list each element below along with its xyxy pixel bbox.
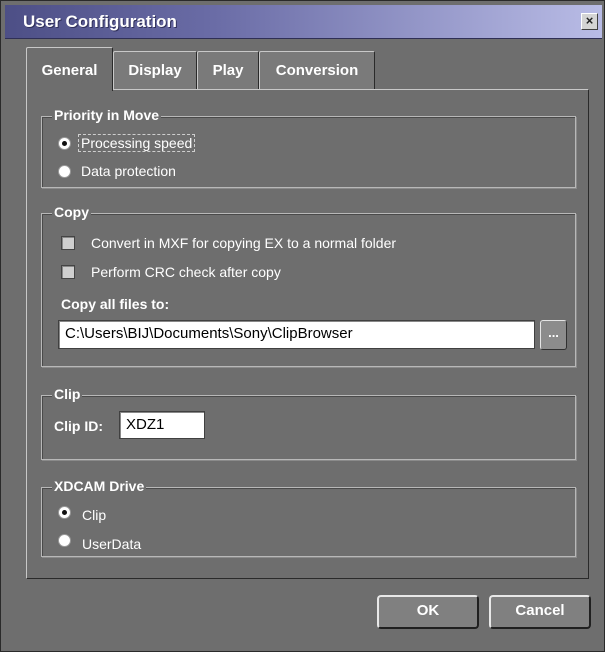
xdcam-userdata-label[interactable]: UserData [82, 536, 141, 552]
processing-speed-label[interactable]: Processing speed [78, 134, 196, 152]
copy-legend: Copy [52, 204, 91, 220]
xdcam-userdata-radio[interactable] [58, 534, 71, 547]
clip-id-input[interactable]: XDZ1 [119, 411, 205, 439]
xdcam-clip-radio[interactable] [58, 506, 71, 519]
crc-check-checkbox[interactable] [61, 265, 75, 279]
user-configuration-dialog: User Configuration × General Display Pla… [0, 0, 605, 652]
convert-mxf-checkbox[interactable] [61, 236, 75, 250]
clip-id-label: Clip ID: [54, 418, 103, 434]
window-title: User Configuration [23, 12, 177, 31]
priority-in-move-group: Priority in Move Processing speed Data p… [41, 107, 576, 188]
processing-speed-radio[interactable] [58, 137, 71, 150]
convert-mxf-label[interactable]: Convert in MXF for copying EX to a norma… [91, 235, 396, 251]
data-protection-label[interactable]: Data protection [81, 163, 176, 179]
crc-check-label[interactable]: Perform CRC check after copy [91, 264, 281, 280]
title-bar[interactable]: User Configuration × [5, 5, 602, 39]
tab-general[interactable]: General [26, 47, 113, 91]
copy-destination-label: Copy all files to: [61, 296, 170, 312]
tab-play[interactable]: Play [197, 51, 259, 89]
tab-display[interactable]: Display [113, 51, 197, 89]
priority-in-move-legend: Priority in Move [52, 107, 162, 123]
close-button[interactable]: × [581, 13, 598, 30]
xdcam-clip-label[interactable]: Clip [82, 507, 106, 523]
data-protection-radio[interactable] [58, 165, 71, 178]
copy-group: Copy Convert in MXF for copying EX to a … [41, 204, 576, 367]
xdcam-drive-legend: XDCAM Drive [52, 478, 147, 494]
ok-button[interactable]: OK [377, 595, 479, 629]
browse-folder-button[interactable]: ... [540, 320, 567, 350]
clip-group: Clip Clip ID: XDZ1 [41, 386, 576, 460]
xdcam-drive-group: XDCAM Drive Clip UserData [41, 478, 576, 557]
clip-legend: Clip [52, 386, 83, 402]
tab-conversion[interactable]: Conversion [259, 51, 375, 89]
general-tab-panel: Priority in Move Processing speed Data p… [26, 89, 589, 579]
copy-destination-input[interactable]: C:\Users\BIJ\Documents\Sony\ClipBrowser [58, 320, 535, 349]
cancel-button[interactable]: Cancel [489, 595, 591, 629]
